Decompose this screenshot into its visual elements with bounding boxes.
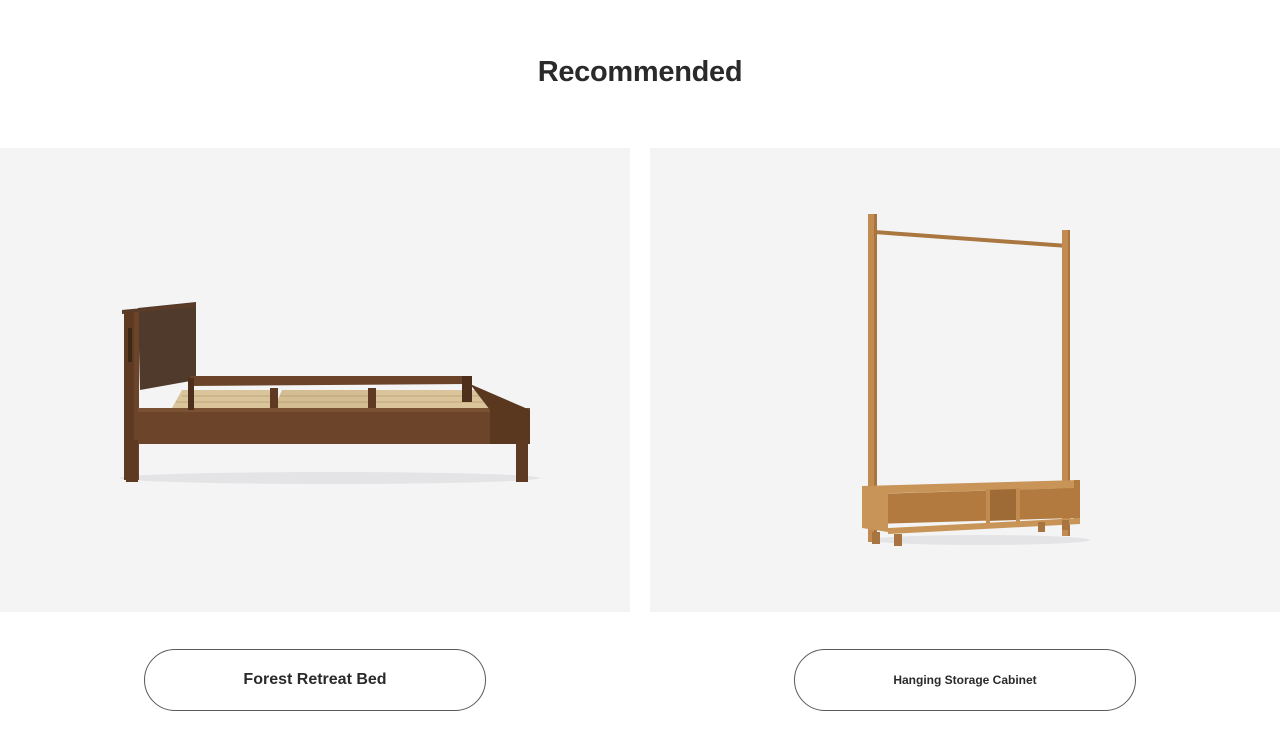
bed-illustration xyxy=(120,302,540,484)
product-button-hanging-storage-cabinet[interactable]: Hanging Storage Cabinet xyxy=(794,649,1136,711)
product-button-forest-retreat-bed[interactable]: Forest Retreat Bed xyxy=(144,649,486,711)
product-image-forest-retreat-bed[interactable] xyxy=(0,148,630,612)
product-image-hanging-storage-cabinet[interactable] xyxy=(650,148,1280,612)
section-title: Recommended xyxy=(537,56,743,88)
recommended-section: Recommended Forest Retreat Bed Hanging S… xyxy=(0,0,1280,741)
cabinet-illustration xyxy=(862,214,1090,546)
